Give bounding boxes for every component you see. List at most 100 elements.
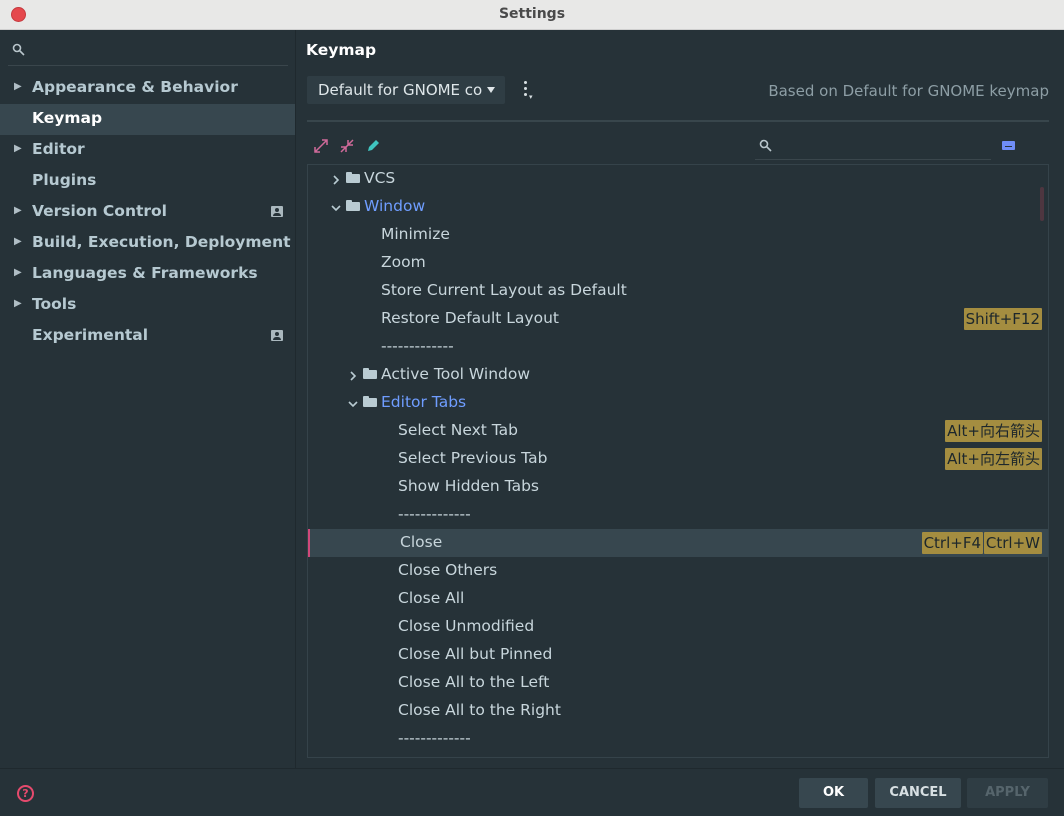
tree-action-row[interactable]: ------------- [308,725,1048,753]
settings-sidebar: ▶ Appearance & Behavior Keymap ▶ Editor Plugi… [0,30,296,768]
sidebar-item-label: Build, Execution, Deployment [32,233,291,251]
tree-group[interactable]: Active Tool Window [308,361,1048,389]
search-icon [12,43,28,61]
sidebar-item-plugins[interactable]: Plugins [0,166,295,197]
shortcut-badge: Shift+F12 [963,308,1042,330]
tree-action-row[interactable]: Select Previous Tab Alt+向左箭头 [308,445,1048,473]
sidebar-item-label: Experimental [32,326,149,344]
sidebar-item-keymap[interactable]: Keymap [0,104,295,135]
tree-row-label: ------------- [381,337,454,355]
tree-group[interactable]: VCS [308,165,1048,193]
tree-row-label: Store Current Layout as Default [381,281,627,299]
tree-row-label: Select Previous Tab [398,449,548,467]
shortcut-badge: Ctrl+F4 [921,532,983,554]
tree-row-label: Close All [398,589,465,607]
keymap-tree: VCS Window Minimize Zoom Store Current Layou… [307,164,1049,758]
folder-icon [363,396,377,407]
tree-action-row[interactable]: Select Next Tab Alt+向右箭头 [308,417,1048,445]
dialog-footer: ? OK CANCEL APPLY [0,768,1064,816]
expand-arrow-icon[interactable]: ▶ [14,236,22,247]
shortcut-badge: Alt+向右箭头 [945,420,1042,442]
expand-arrow-icon[interactable]: ▶ [14,267,22,278]
sidebar-item-label: Keymap [32,109,103,127]
search-icon [759,139,775,157]
sidebar-item-tools[interactable]: ▶ Tools [0,290,295,321]
cancel-button[interactable]: CANCEL [875,778,961,808]
tree-action-row[interactable]: Close All but Pinned [308,641,1048,669]
tree-action-row[interactable]: Close All to the Right [308,697,1048,725]
more-actions-button[interactable]: ▾ [519,80,535,101]
tree-action-row[interactable]: Show Hidden Tabs [308,473,1048,501]
keymap-select-value: Default for GNOME copy [318,81,482,99]
shortcut-badge: Alt+向左箭头 [945,448,1042,470]
find-by-shortcut-keyboard-icon[interactable] [1002,141,1015,150]
tree-action-row[interactable]: Restore Default Layout Shift+F12 [308,305,1048,333]
chevron-down-icon [487,87,495,93]
sidebar-item-build-execution-deployment[interactable]: ▶ Build, Execution, Deployment [0,228,295,259]
tree-action-row[interactable]: ------------- [308,333,1048,361]
more-icon: ▾ [529,93,533,101]
sidebar-item-languages-frameworks[interactable]: ▶ Languages & Frameworks [0,259,295,290]
sidebar-search-input[interactable] [8,38,288,66]
tree-row-label: Close All but Pinned [398,645,553,663]
shortcut-badge: Ctrl+W [983,532,1042,554]
tree-row-label: Close All to the Right [398,701,561,719]
window-title: Settings [498,6,566,22]
sidebar-item-label: Tools [32,295,77,313]
sidebar-item-label: Languages & Frameworks [32,264,258,282]
tree-action-row[interactable]: ------------- [308,501,1048,529]
sidebar-item-experimental[interactable]: Experimental [0,321,295,352]
sidebar-item-version-control[interactable]: ▶ Version Control [0,197,295,228]
chevron-down-icon[interactable] [348,396,358,408]
tree-row-label: Close [400,533,443,551]
tree-action-row[interactable]: Close All [308,585,1048,613]
page-title: Keymap [306,41,377,59]
folder-icon [363,368,377,379]
tree-action-row[interactable]: Minimize [308,221,1048,249]
tree-row-label: Close Unmodified [398,617,535,635]
tree-row-label: ------------- [398,505,471,523]
tree-action-row[interactable]: Zoom [308,249,1048,277]
tree-row-label: VCS [364,169,396,187]
tree-action-row[interactable]: Close Others [308,557,1048,585]
expand-arrow-icon[interactable]: ▶ [14,298,22,309]
chevron-right-icon[interactable] [331,172,341,185]
tree-group[interactable]: Window [308,193,1048,221]
based-on-label: Based on Default for GNOME keymap [768,82,1049,100]
scrollbar-thumb[interactable] [1040,187,1044,221]
expand-arrow-icon[interactable]: ▶ [14,205,22,216]
help-icon[interactable]: ? [17,785,34,802]
sidebar-item-label: Plugins [32,171,97,189]
chevron-down-icon[interactable] [331,200,341,212]
sidebar-item-appearance-behavior[interactable]: ▶ Appearance & Behavior [0,73,295,104]
tree-action-row[interactable]: Close Unmodified [308,613,1048,641]
tree-row-label: Active Tool Window [381,365,531,383]
tree-action-row[interactable]: Close Ctrl+W Ctrl+F4 [308,529,1048,557]
tree-group[interactable]: Editor Tabs [308,389,1048,417]
sidebar-item-label: Version Control [32,202,167,220]
collapse-all-icon[interactable] [339,138,355,154]
tree-row-label: Minimize [381,225,450,243]
expand-arrow-icon[interactable]: ▶ [14,81,22,92]
chevron-right-icon[interactable] [348,368,358,381]
keymap-select[interactable]: Default for GNOME copy [307,76,505,104]
divider [307,120,1049,122]
tree-row-label: Window [364,197,426,215]
tree-row-label: Close Others [398,561,498,579]
shortcut-search-input[interactable] [755,134,991,160]
tree-action-row[interactable]: Store Current Layout as Default [308,277,1048,305]
tree-row-label: ------------- [398,729,471,747]
tree-action-row[interactable]: Close All to the Left [308,669,1048,697]
sidebar-item-editor[interactable]: ▶ Editor [0,135,295,166]
expand-arrow-icon[interactable]: ▶ [14,143,22,154]
expand-all-icon[interactable] [313,138,329,154]
folder-icon [346,172,360,183]
tree-row-label: Close All to the Left [398,673,550,691]
ok-button[interactable]: OK [799,778,868,808]
apply-button[interactable]: APPLY [967,778,1048,808]
sidebar-item-label: Editor [32,140,85,158]
title-bar: Settings [0,0,1064,30]
edit-shortcut-icon[interactable] [365,138,381,154]
sidebar-item-label: Appearance & Behavior [32,78,238,96]
tree-row-label: Select Next Tab [398,421,519,439]
